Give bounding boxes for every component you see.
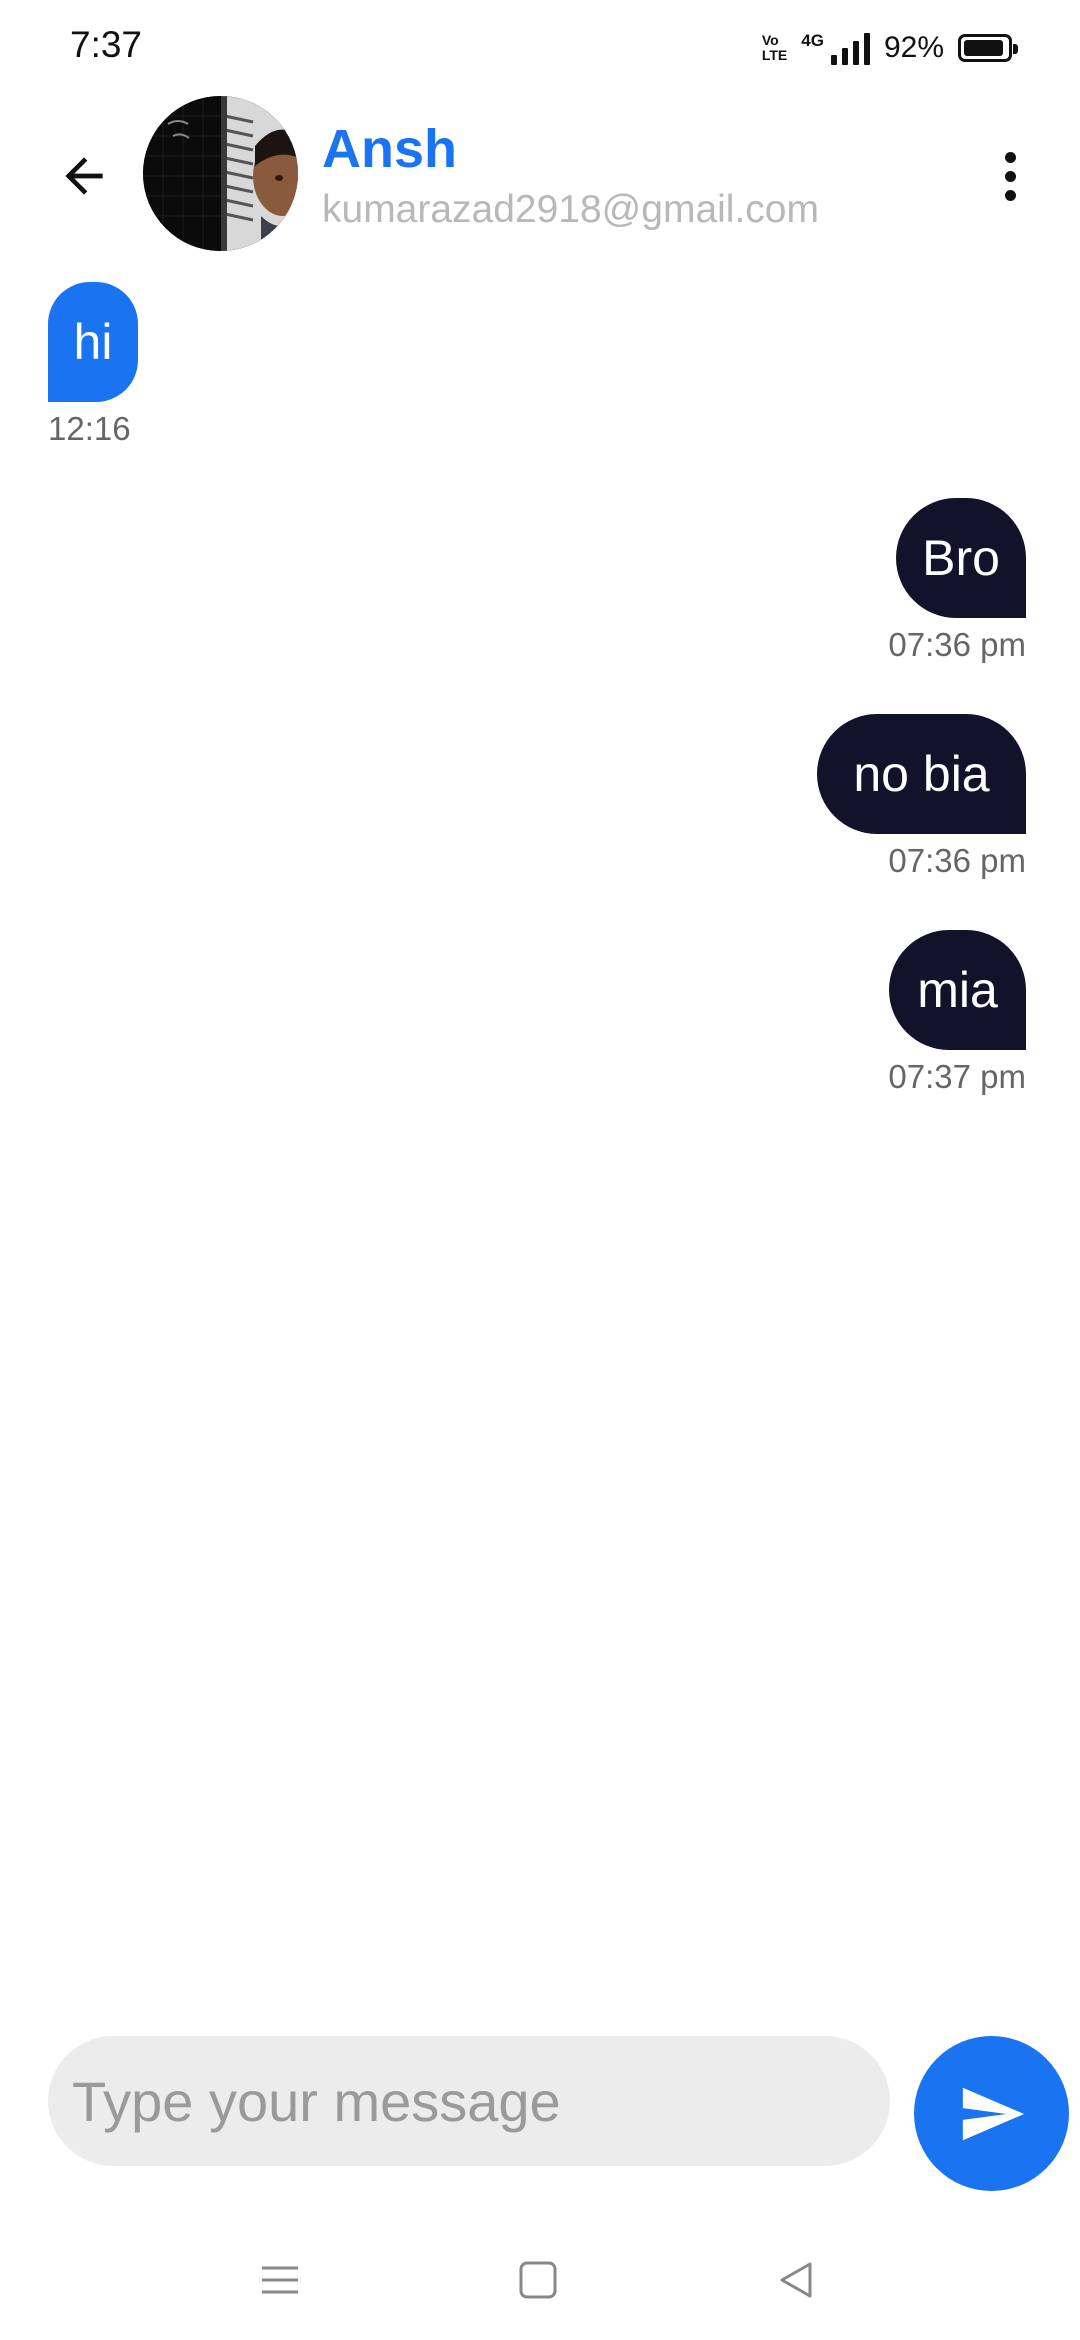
contact-name[interactable]: Ansh [322, 118, 457, 180]
message-text: hi [73, 314, 113, 370]
send-button[interactable] [914, 2036, 1069, 2191]
more-vertical-icon [1004, 151, 1016, 163]
battery-icon [958, 34, 1018, 62]
status-icons: Vo LTE 4G 92% [761, 28, 1018, 68]
message-bubble-outgoing[interactable]: no bia [817, 714, 1026, 834]
signal-icon: 4G [801, 31, 870, 65]
send-icon [962, 2087, 1024, 2140]
contact-email: kumarazad2918@gmail.com [322, 188, 819, 231]
message-time: 07:36 pm [888, 626, 1026, 663]
battery-fill [964, 40, 1003, 56]
message-time: 07:36 pm [888, 842, 1026, 879]
status-bar: 7:37 Vo LTE 4G 92% [0, 0, 1080, 96]
message-bubble-incoming[interactable]: hi [48, 282, 138, 402]
avatar-photo [143, 96, 298, 251]
home-button[interactable] [508, 2250, 568, 2310]
battery-percent: 92% [883, 31, 944, 64]
back-nav-button[interactable] [766, 2250, 826, 2310]
network-type: 4G [801, 31, 824, 50]
chat-screen: 7:37 Vo LTE 4G 92% Ansh kumarazad2918@gm… [0, 0, 1080, 2340]
message-bubble-outgoing[interactable]: Bro [896, 498, 1026, 618]
arrow-left-icon [65, 157, 103, 195]
recent-apps-button[interactable] [250, 2250, 310, 2310]
volte-icon: Vo LTE [761, 32, 788, 63]
status-time: 7:37 [70, 24, 143, 65]
chat-header: Ansh kumarazad2918@gmail.com [0, 96, 1080, 256]
message-time: 12:16 [48, 410, 131, 447]
message-text: Bro [922, 530, 1000, 586]
menu-icon [262, 2266, 298, 2294]
system-navigation-bar [0, 2220, 1080, 2340]
home-square-icon [519, 2261, 557, 2299]
back-triangle-icon [780, 2262, 812, 2298]
more-options-button[interactable] [980, 146, 1040, 206]
message-text: mia [917, 962, 998, 1018]
avatar[interactable] [143, 96, 298, 251]
message-input-container [48, 2036, 890, 2166]
back-button[interactable] [48, 140, 120, 212]
message-text: no bia [853, 746, 990, 802]
message-bubble-outgoing[interactable]: mia [889, 930, 1026, 1050]
message-input[interactable] [72, 2068, 890, 2134]
message-time: 07:37 pm [888, 1058, 1026, 1095]
